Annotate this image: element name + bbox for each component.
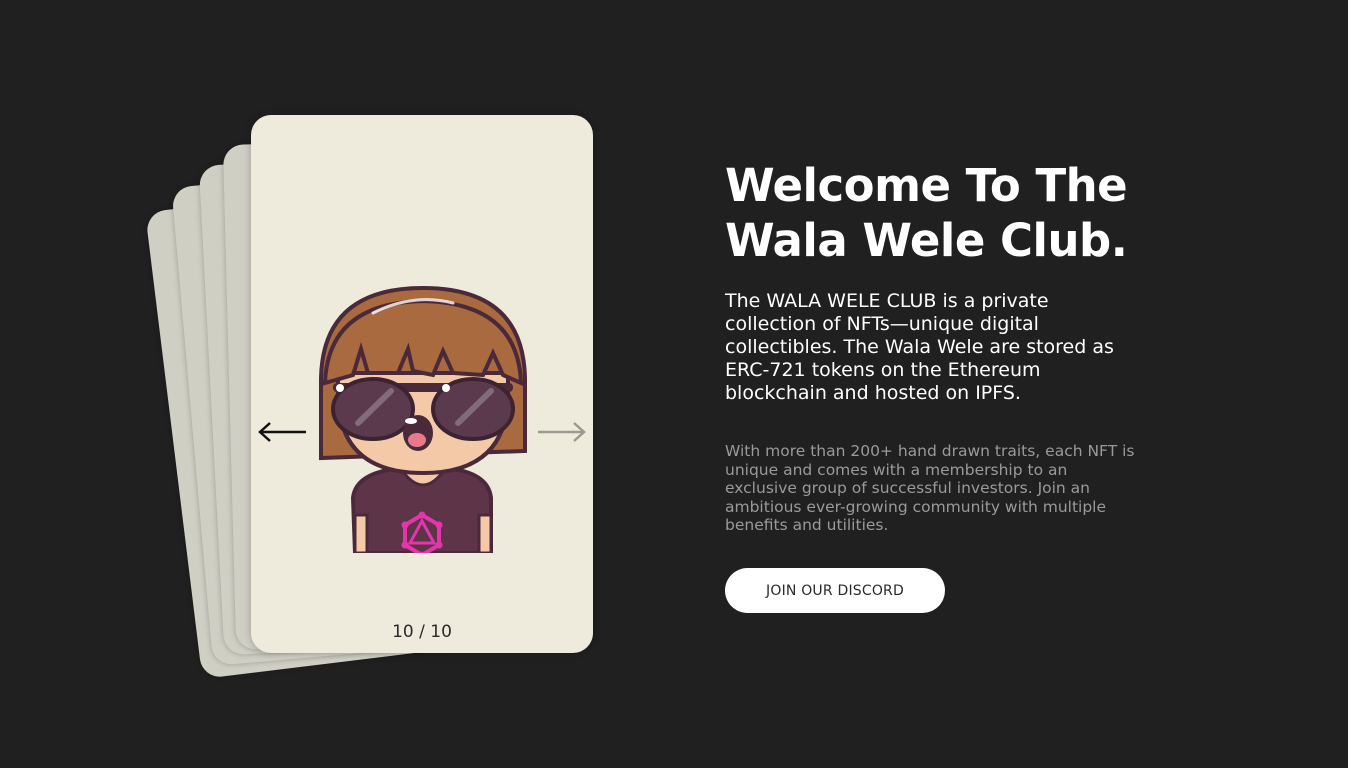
page-title: Welcome To The Wala Wele Club. — [725, 159, 1128, 267]
prev-arrow-button[interactable] — [257, 421, 309, 443]
nft-card-stack: 10 / 10 — [0, 0, 700, 768]
page: 10 / 10 Welcome To The Wala Wele Club. T… — [0, 0, 1348, 768]
slide-counter: 10 / 10 — [392, 622, 452, 642]
arrow-left-icon — [258, 422, 306, 442]
hero-sub-text: With more than 200+ hand drawn traits, e… — [725, 442, 1135, 534]
hero-section: Welcome To The Wala Wele Club. The WALA … — [725, 158, 1155, 613]
arrow-right-icon — [538, 422, 586, 442]
hero-lead-text: The WALA WELE CLUB is a private collecti… — [725, 290, 1114, 404]
next-arrow-button[interactable] — [535, 421, 587, 443]
nft-card[interactable]: 10 / 10 — [251, 115, 593, 653]
join-discord-button[interactable]: JOIN OUR DISCORD — [725, 567, 945, 613]
nft-avatar — [313, 283, 533, 559]
